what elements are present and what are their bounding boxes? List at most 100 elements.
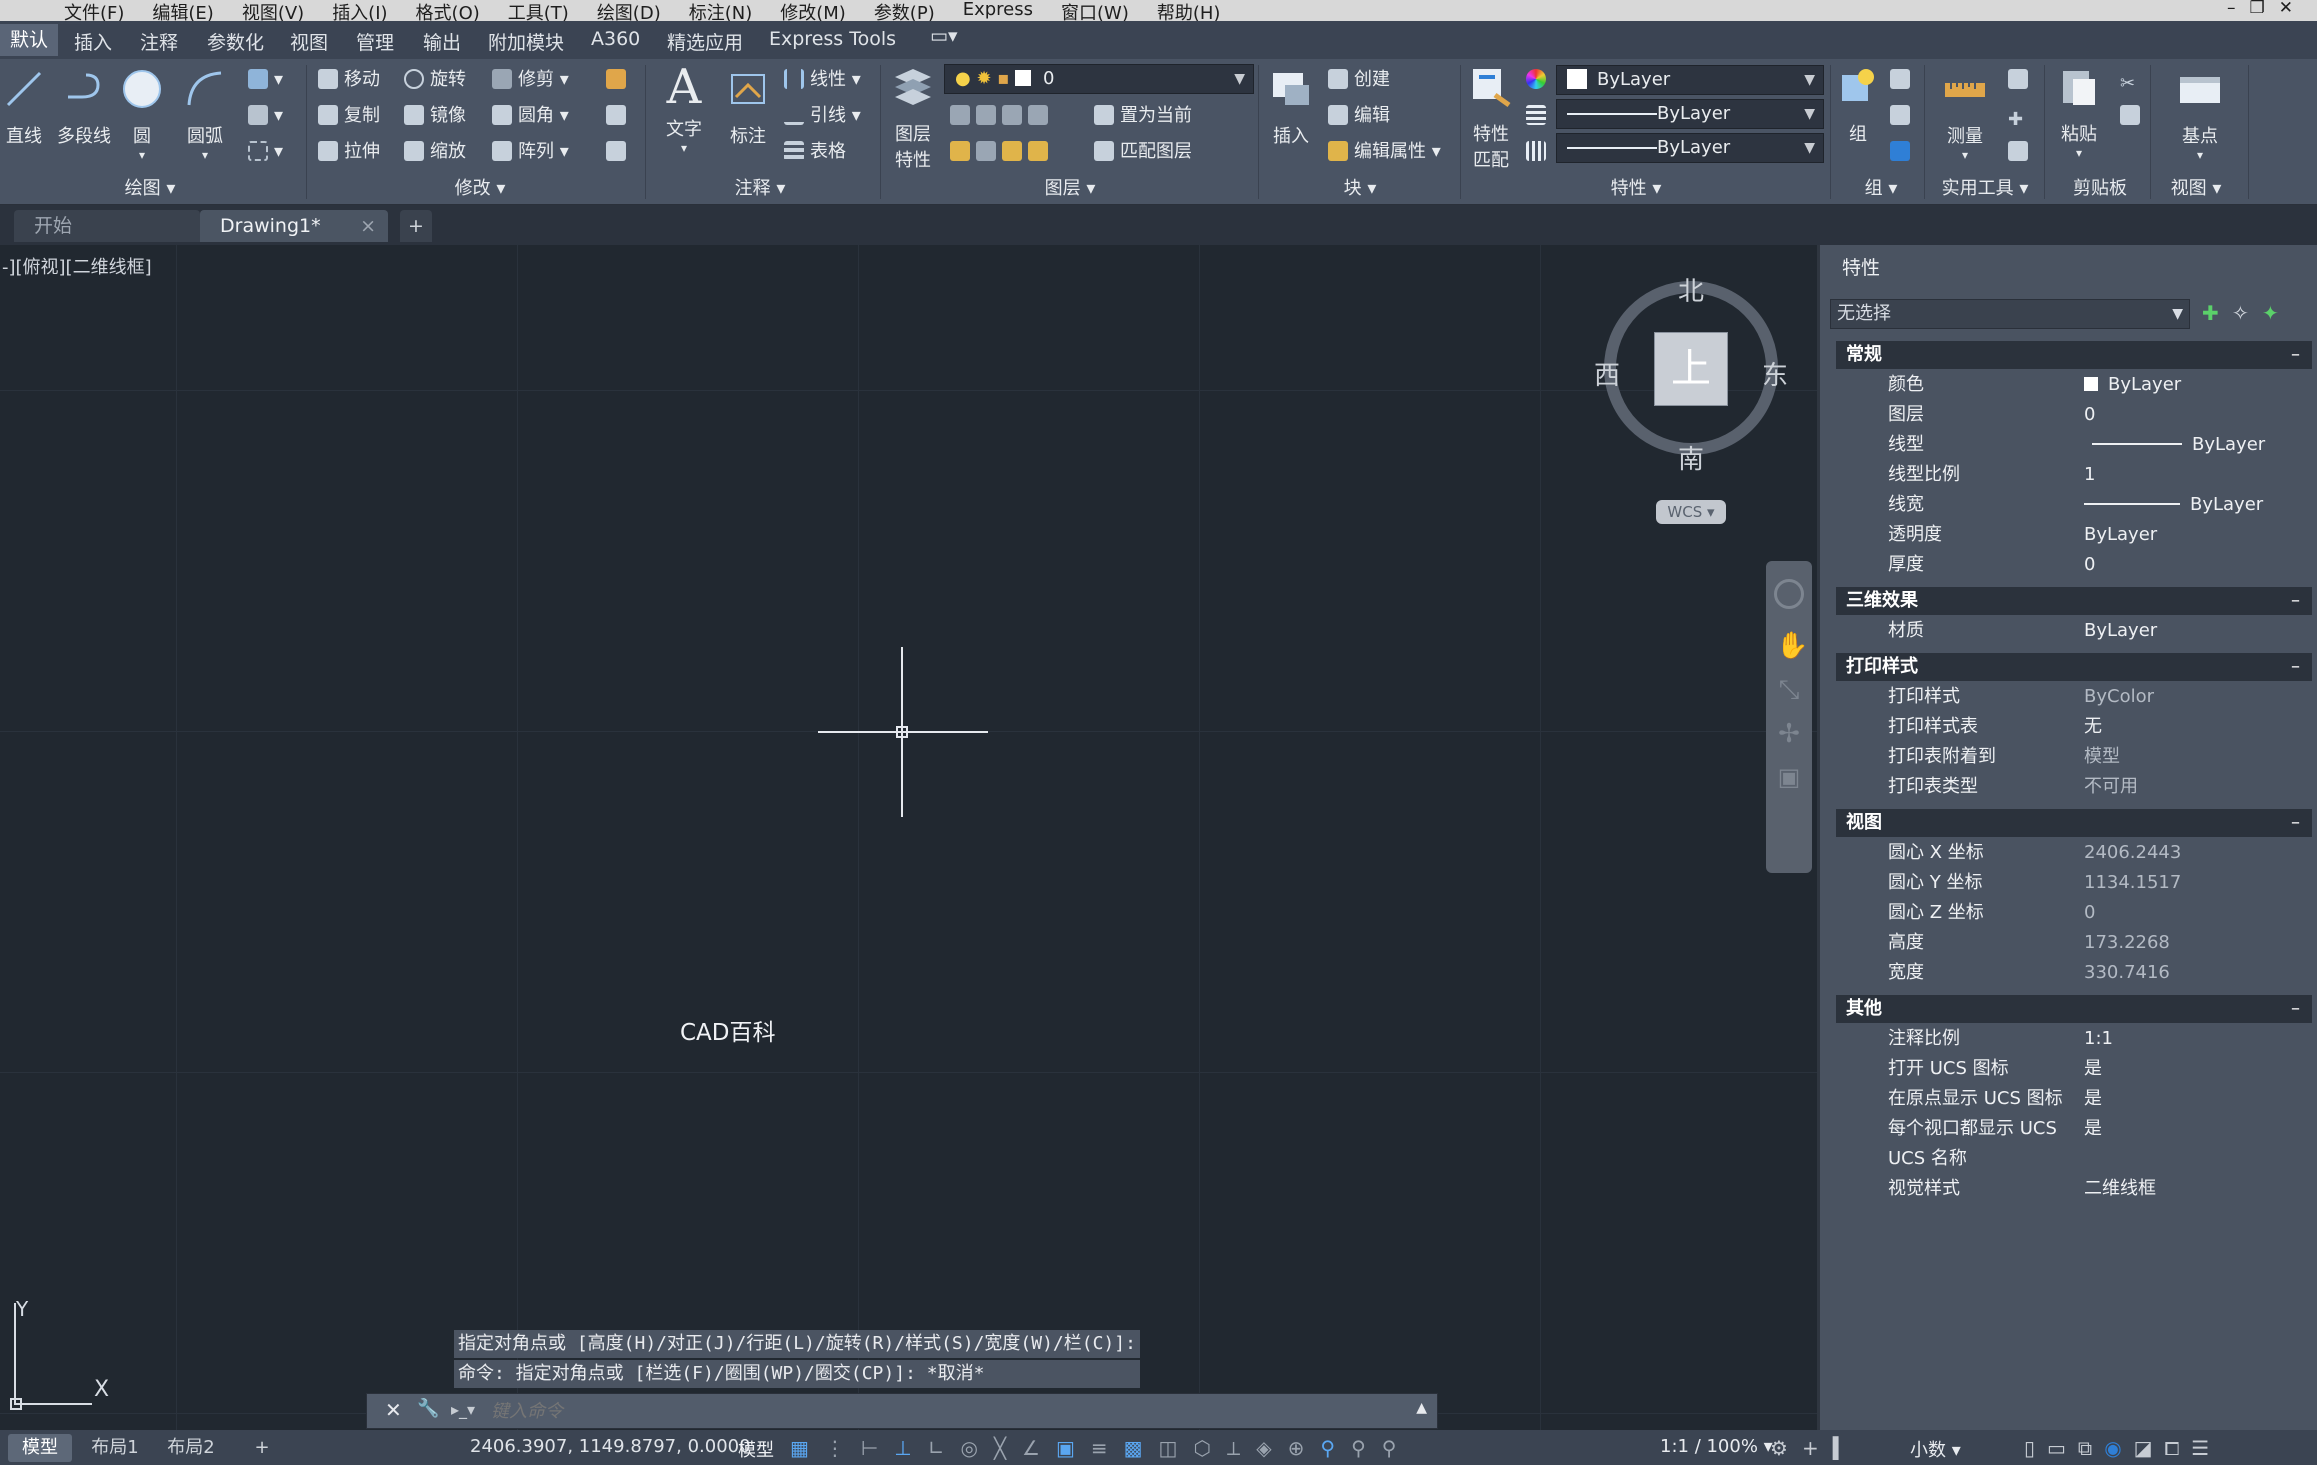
selection-cycling-icon[interactable]: ◫: [1159, 1436, 1194, 1460]
layer-properties-button[interactable]: 图层 特性: [888, 65, 938, 172]
viewport-controls-label[interactable]: -][俯视][二维线框]: [2, 253, 152, 279]
layout-tab-layout1[interactable]: 布局1: [80, 1434, 150, 1462]
collapse-icon[interactable]: –: [2291, 809, 2300, 837]
lineweight-display-icon[interactable]: ≡: [1091, 1436, 1124, 1460]
selection-dropdown[interactable]: 无选择 ▼: [1830, 299, 2190, 329]
color-wheel-tool[interactable]: [1526, 67, 1552, 93]
measure-dropdown-icon[interactable]: ▾: [1938, 148, 1992, 162]
layout-tab-model[interactable]: 模型: [8, 1434, 72, 1462]
text-button[interactable]: A 文字 ▾: [660, 63, 708, 155]
polar-icon[interactable]: ◎: [961, 1436, 994, 1460]
arc-button[interactable]: 圆弧 ▾: [180, 67, 230, 162]
measure-button[interactable]: 测量 ▾: [1938, 67, 1992, 162]
explode-tool[interactable]: [606, 103, 632, 129]
lineweight-dropdown[interactable]: ByLayer ▼: [1556, 133, 1824, 163]
monitor-icon[interactable]: ▭: [2047, 1436, 2078, 1460]
property-row[interactable]: 圆心 Y 坐标 1134.1517: [1836, 868, 2312, 898]
utilities-panel-title[interactable]: 实用工具 ▾: [1930, 176, 2040, 202]
leader-button[interactable]: 引线 ▾: [784, 103, 861, 129]
collapse-icon[interactable]: –: [2291, 653, 2300, 681]
transparency-icon[interactable]: ▩: [1124, 1436, 1159, 1460]
compass-east[interactable]: 东: [1762, 355, 1788, 392]
stretch-button[interactable]: 拉伸: [318, 139, 380, 165]
ortho-icon[interactable]: ∟: [928, 1436, 961, 1460]
point-id-tool[interactable]: ✚: [2008, 103, 2034, 130]
orbit-icon[interactable]: ✢: [1776, 719, 1802, 749]
ribbon-options-icon[interactable]: ▭▾: [930, 25, 958, 47]
compass-north[interactable]: 北: [1678, 271, 1704, 308]
drawing-tab[interactable]: Drawing1* ×: [200, 210, 388, 242]
dynamic-input-icon[interactable]: ⊥: [894, 1436, 927, 1460]
fillet-button[interactable]: 圆角 ▾: [492, 103, 569, 129]
collapse-icon[interactable]: –: [2291, 995, 2300, 1023]
isodraft-icon[interactable]: ╳: [994, 1436, 1022, 1460]
new-tab-button[interactable]: +: [400, 210, 432, 242]
cut-tool[interactable]: ✂: [2120, 67, 2146, 94]
ribbon-tab-view[interactable]: 视图: [290, 28, 328, 55]
layer-dropdown[interactable]: ● ✹ ▪ 0 ▼: [944, 64, 1254, 94]
property-row[interactable]: 打印表类型 不可用: [1836, 772, 2312, 802]
compass-south[interactable]: 南: [1678, 439, 1704, 476]
linetype-tool[interactable]: [1526, 139, 1552, 165]
ribbon-tab-addins[interactable]: 附加模块: [488, 28, 564, 55]
section-3d-effects[interactable]: 三维效果 –: [1836, 587, 2312, 615]
grid-icon[interactable]: ▦: [790, 1436, 825, 1460]
move-button[interactable]: 移动: [318, 67, 380, 93]
isolate-objects-icon[interactable]: ⧉: [2078, 1436, 2104, 1460]
quick-properties-icon[interactable]: ▍: [1833, 1436, 1862, 1460]
block-panel-title[interactable]: 块 ▾: [1300, 176, 1420, 202]
group-select-tool[interactable]: [1890, 139, 1916, 165]
model-space-toggle[interactable]: 模型: [738, 1436, 774, 1462]
circle-dropdown-icon[interactable]: ▾: [120, 148, 164, 162]
collapse-icon[interactable]: –: [2291, 587, 2300, 615]
edit-block-button[interactable]: 编辑: [1328, 103, 1390, 129]
ribbon-tab-insert[interactable]: 插入: [74, 28, 112, 55]
draw-panel-title[interactable]: 绘图 ▾: [90, 176, 210, 202]
table-button[interactable]: 表格: [784, 139, 846, 165]
property-row[interactable]: 注释比例 1:1: [1836, 1024, 2312, 1054]
group-edit-tool[interactable]: [1890, 103, 1916, 129]
ribbon-tab-parametric[interactable]: 参数化: [207, 28, 264, 55]
array-button[interactable]: 阵列 ▾: [492, 139, 569, 165]
quick-select-tool[interactable]: [2008, 67, 2034, 93]
section-plot-style[interactable]: 打印样式 –: [1836, 653, 2312, 681]
calculator-tool[interactable]: [2008, 139, 2034, 165]
minimize-icon[interactable]: –: [2227, 0, 2250, 18]
scale-button[interactable]: 缩放: [404, 139, 466, 165]
property-row[interactable]: 线型比例 1: [1836, 460, 2312, 490]
drawing-text-object[interactable]: CAD百科: [680, 1013, 776, 1047]
modify-panel-title[interactable]: 修改 ▾: [420, 176, 540, 202]
annotation-visibility-icon[interactable]: ⚲: [1320, 1436, 1351, 1460]
property-row[interactable]: 打印样式 ByColor: [1836, 682, 2312, 712]
layers-panel-title[interactable]: 图层 ▾: [1010, 176, 1130, 202]
paste-button[interactable]: 粘贴 ▾: [2054, 65, 2104, 160]
close-command-icon[interactable]: ✕: [385, 1398, 402, 1422]
rotate-button[interactable]: 旋转: [404, 67, 466, 93]
match-layer-button[interactable]: 匹配图层: [1094, 139, 1192, 165]
layer-tools-row-2[interactable]: [950, 139, 1054, 165]
property-row[interactable]: 圆心 X 坐标 2406.2443: [1836, 838, 2312, 868]
property-row[interactable]: 圆心 Z 坐标 0: [1836, 898, 2312, 928]
property-row[interactable]: 视觉样式 二维线框: [1836, 1174, 2312, 1204]
customize-wrench-icon[interactable]: 🔧: [417, 1398, 439, 1419]
linear-button[interactable]: 线性 ▾: [784, 67, 861, 93]
dimension-button[interactable]: 标注: [724, 67, 772, 148]
base-view-button[interactable]: 基点 ▾: [2172, 67, 2228, 162]
line-button[interactable]: 直线: [2, 67, 46, 148]
command-input[interactable]: [491, 1396, 1391, 1426]
section-view[interactable]: 视图 –: [1836, 809, 2312, 837]
hatch-tool[interactable]: ▾: [248, 103, 283, 129]
showmotion-icon[interactable]: ▣: [1776, 763, 1802, 793]
copy-clip-tool[interactable]: [2120, 103, 2146, 129]
ribbon-tab-express[interactable]: Express Tools: [769, 28, 896, 50]
property-row[interactable]: 材质 ByLayer: [1836, 616, 2312, 646]
trim-button[interactable]: 修剪 ▾: [492, 67, 569, 93]
linetype-dropdown[interactable]: ByLayer ▼: [1556, 99, 1824, 129]
ungroup-tool[interactable]: [1890, 67, 1916, 93]
property-row[interactable]: 打印样式表无: [1836, 712, 2312, 742]
cursor-coordinates[interactable]: 2406.3907, 1149.8797, 0.0000: [470, 1436, 751, 1457]
section-misc[interactable]: 其他 –: [1836, 995, 2312, 1023]
annotation-scale-dropdown[interactable]: 1:1 / 100% ▾: [1660, 1436, 1773, 1457]
object-snap-icon[interactable]: ▣: [1056, 1436, 1091, 1460]
offset-tool[interactable]: [606, 139, 632, 165]
